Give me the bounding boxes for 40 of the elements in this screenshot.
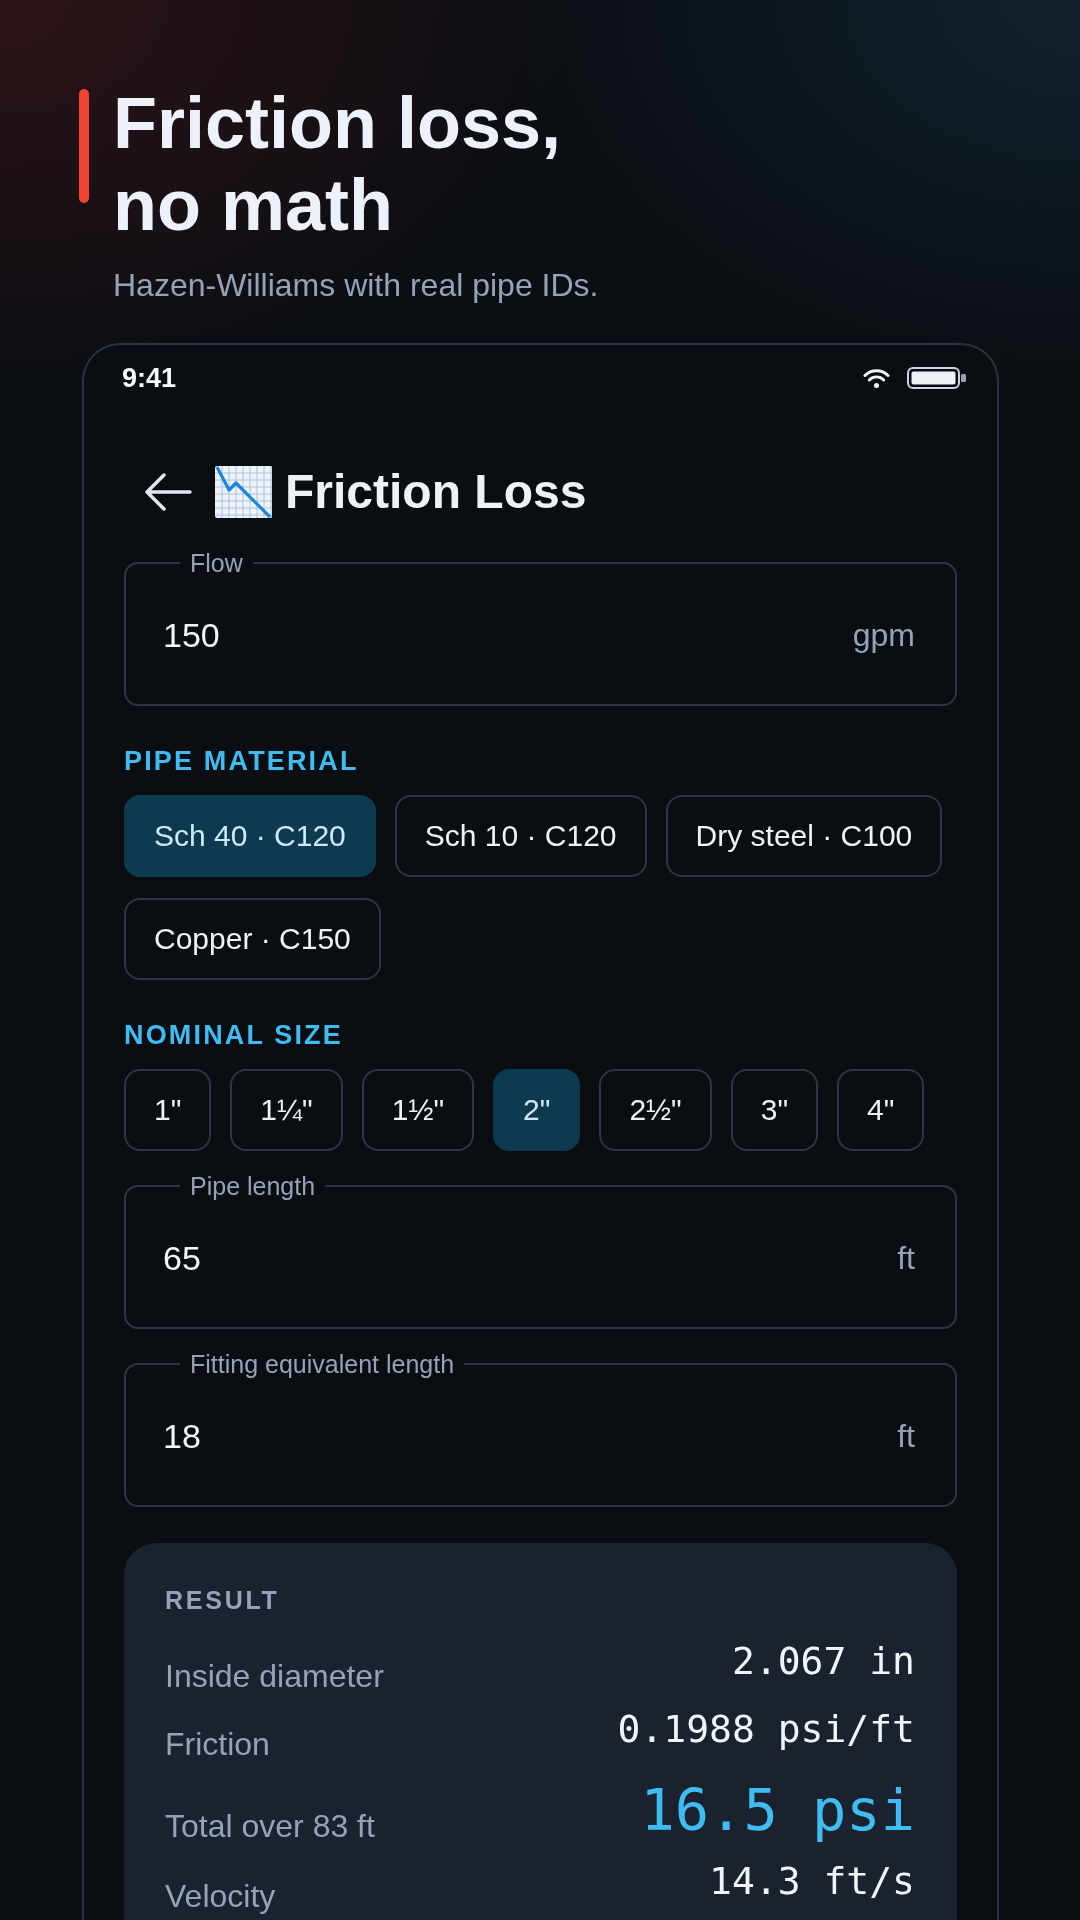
result-label: Friction [165,1725,270,1762]
unit-label: gpm [852,616,915,655]
result-value: 16.5 psi [640,1776,915,1845]
wifi-icon [863,367,890,389]
result-value: 2.067 in [731,1638,915,1684]
choice-chip[interactable]: 3" [730,1069,819,1151]
result-label: Total over 83 ft [165,1807,375,1844]
screen-title: Friction Loss [285,464,587,520]
section-label: NOMINAL SIZE [124,1019,344,1052]
choice-chip[interactable]: 1½" [361,1069,475,1151]
choice-chip[interactable]: Dry steel · C100 [665,795,943,877]
status-time: 9:41 [122,363,177,393]
battery-icon [907,367,966,389]
choice-chip[interactable]: 2" [493,1069,581,1151]
choice-chip[interactable]: Sch 40 · C120 [124,795,376,877]
choice-chip[interactable]: 2½" [599,1069,712,1151]
unit-label: ft [897,1239,915,1278]
choice-chip[interactable]: 4" [837,1069,925,1151]
choice-chip[interactable]: Sch 10 · C120 [394,795,647,877]
arrow-left-icon [144,472,192,512]
result-value: 0.1988 psi/ft [617,1706,915,1752]
choice-chip[interactable]: Copper · C150 [124,898,381,980]
result-label: Velocity [165,1877,276,1914]
section-label: PIPE MATERIAL [124,745,360,778]
unit-label: ft [897,1417,915,1456]
hero-title: Friction loss, no math [113,82,563,246]
result-value: 14.3 ft/s [709,1858,915,1904]
result-heading: RESULT [165,1585,281,1615]
field-value: 150 [163,615,220,655]
field-value: 65 [163,1238,201,1278]
hero-subtitle: Hazen-Williams with real pipe IDs. [113,267,600,303]
result-label: Inside diameter [165,1657,384,1694]
field-label: Flow [189,548,244,578]
choice-chip[interactable]: 1" [124,1069,212,1151]
field-label: Pipe length [189,1171,317,1201]
field-value: 18 [163,1416,201,1456]
back-button[interactable] [144,472,192,512]
choice-chip[interactable]: 1¼" [230,1069,343,1151]
falling-chart-icon [215,466,272,518]
field-label: Fitting equivalent length [189,1349,456,1379]
